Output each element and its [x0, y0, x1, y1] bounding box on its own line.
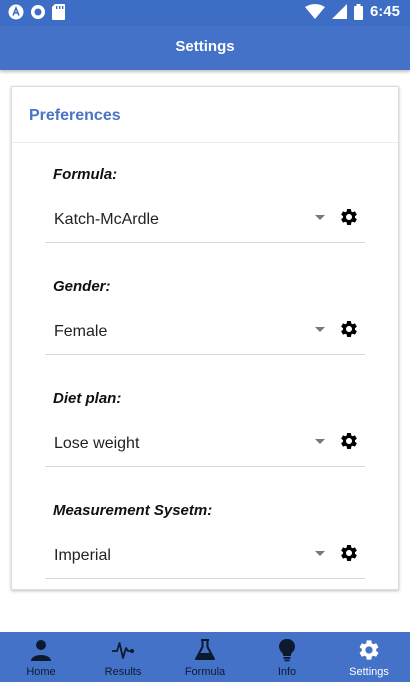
nav-settings-label: Settings — [349, 666, 389, 678]
status-notifications — [8, 4, 65, 20]
diet-plan-value: Lose weight — [54, 435, 140, 452]
nav-home-label: Home — [26, 666, 56, 678]
formula-label: Formula: — [53, 166, 118, 183]
card-header: Preferences — [12, 87, 398, 143]
formula-setting: Formula: Katch-McArdle — [45, 143, 365, 255]
nav-formula-label: Formula — [184, 666, 226, 678]
gear-icon — [359, 640, 379, 660]
measurement-system-select[interactable]: Imperial — [45, 537, 365, 579]
sd-card-icon — [52, 4, 65, 20]
formula-value: Katch-McArdle — [54, 211, 159, 228]
gender-setting: Gender: Female — [45, 255, 365, 367]
chevron-down-icon[interactable] — [315, 551, 325, 556]
nav-info[interactable]: Info — [246, 632, 328, 682]
formula-select[interactable]: Katch-McArdle — [45, 201, 365, 243]
diet-plan-select[interactable]: Lose weight — [45, 425, 365, 467]
status-bar: 6:45 — [0, 0, 410, 26]
battery-icon — [353, 3, 363, 20]
chevron-down-icon[interactable] — [315, 327, 325, 332]
measurement-system-value: Imperial — [54, 547, 111, 564]
signal-icon — [331, 4, 347, 19]
gender-value: Female — [54, 323, 108, 340]
flask-icon — [195, 639, 215, 660]
nav-settings[interactable]: Settings — [328, 632, 410, 682]
preferences-card: Preferences Formula: Katch-McArdle Gende… — [11, 86, 399, 590]
bottom-nav: Home Results Formula Info Settings — [0, 632, 410, 682]
nav-info-label: Info — [277, 666, 297, 678]
wifi-icon — [304, 4, 325, 19]
page-title: Settings — [175, 38, 235, 55]
chevron-down-icon[interactable] — [315, 215, 325, 220]
nav-formula[interactable]: Formula — [164, 632, 246, 682]
diet-plan-label: Diet plan: — [53, 390, 122, 407]
app-logo-icon — [8, 4, 24, 20]
record-icon — [31, 5, 45, 19]
gear-icon[interactable] — [339, 543, 359, 563]
person-icon — [31, 640, 51, 661]
lightbulb-icon — [279, 639, 295, 662]
diet-plan-setting: Diet plan: Lose weight — [45, 367, 365, 479]
gear-icon[interactable] — [339, 319, 359, 339]
nav-home[interactable]: Home — [0, 632, 82, 682]
gender-label: Gender: — [53, 278, 111, 295]
gear-icon[interactable] — [339, 431, 359, 451]
gender-select[interactable]: Female — [45, 313, 365, 355]
section-title: Preferences — [29, 107, 121, 124]
nav-results[interactable]: Results — [82, 632, 164, 682]
measurement-system-setting: Measurement Sysetm: Imperial — [45, 479, 365, 591]
status-system: 6:45 — [304, 3, 400, 20]
measurement-system-label: Measurement Sysetm: — [53, 502, 213, 519]
nav-results-label: Results — [104, 666, 142, 678]
app-bar: Settings — [0, 26, 410, 70]
chevron-down-icon[interactable] — [315, 439, 325, 444]
pulse-icon — [112, 642, 134, 659]
gear-icon[interactable] — [339, 207, 359, 227]
status-time: 6:45 — [369, 3, 400, 20]
